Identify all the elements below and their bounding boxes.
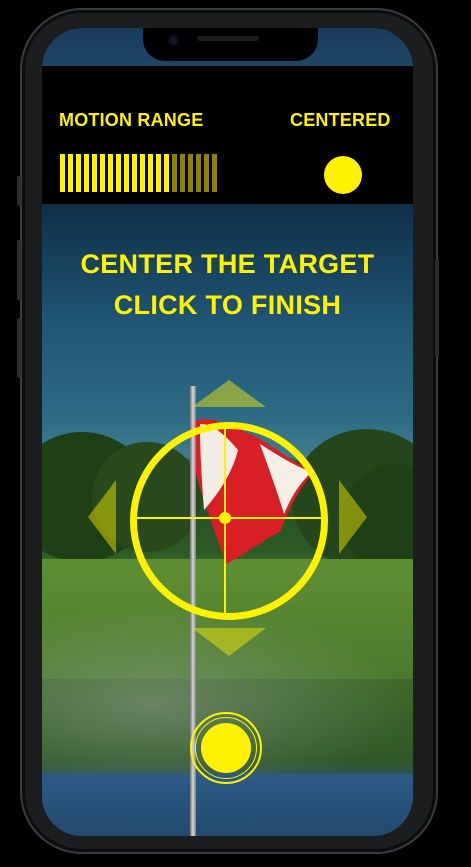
- readout-panel: MOTION RANGE CENTERED: [42, 66, 413, 204]
- meter-segment: [148, 154, 153, 192]
- meter-segment: [92, 154, 97, 192]
- meter-segment: [60, 154, 65, 192]
- meter-segment: [108, 154, 113, 192]
- meter-segment: [68, 154, 73, 192]
- arrow-up-icon[interactable]: [192, 380, 266, 407]
- meter-segment: [196, 154, 201, 192]
- centered-label: CENTERED: [290, 110, 391, 130]
- earpiece: [197, 36, 259, 41]
- meter-segment: [164, 154, 169, 192]
- arrow-down-icon[interactable]: [192, 628, 266, 656]
- camera-view[interactable]: CENTER THE TARGET CLICK TO FINISH: [42, 204, 413, 836]
- meter-segment: [76, 154, 81, 192]
- motion-range-label: MOTION RANGE: [59, 110, 204, 130]
- meter-segment: [140, 154, 145, 192]
- meter-segment: [100, 154, 105, 192]
- arrow-right-icon[interactable]: [339, 480, 367, 554]
- meter-segment: [212, 154, 217, 192]
- screen: MOTION RANGE CENTERED CENTER THE TARGET …: [42, 28, 413, 836]
- meter-segment: [188, 154, 193, 192]
- motion-range-meter: [60, 154, 217, 192]
- centered-indicator: [324, 156, 362, 194]
- instruction-line-1: CENTER THE TARGET: [80, 249, 375, 279]
- meter-segment: [132, 154, 137, 192]
- mute-switch: [17, 176, 21, 206]
- volume-down-button: [17, 318, 21, 378]
- crosshair-center-dot: [219, 512, 231, 524]
- meter-segment: [84, 154, 89, 192]
- front-camera: [168, 35, 179, 46]
- meter-segment: [204, 154, 209, 192]
- meter-segment: [124, 154, 129, 192]
- meter-segment: [156, 154, 161, 192]
- power-button: [435, 260, 439, 356]
- meter-segment: [116, 154, 121, 192]
- finish-button[interactable]: [201, 723, 251, 773]
- instruction-line-2: CLICK TO FINISH: [113, 290, 342, 320]
- meter-segment: [180, 154, 185, 192]
- meter-segment: [172, 154, 177, 192]
- volume-up-button: [17, 240, 21, 300]
- arrow-left-icon[interactable]: [88, 480, 116, 554]
